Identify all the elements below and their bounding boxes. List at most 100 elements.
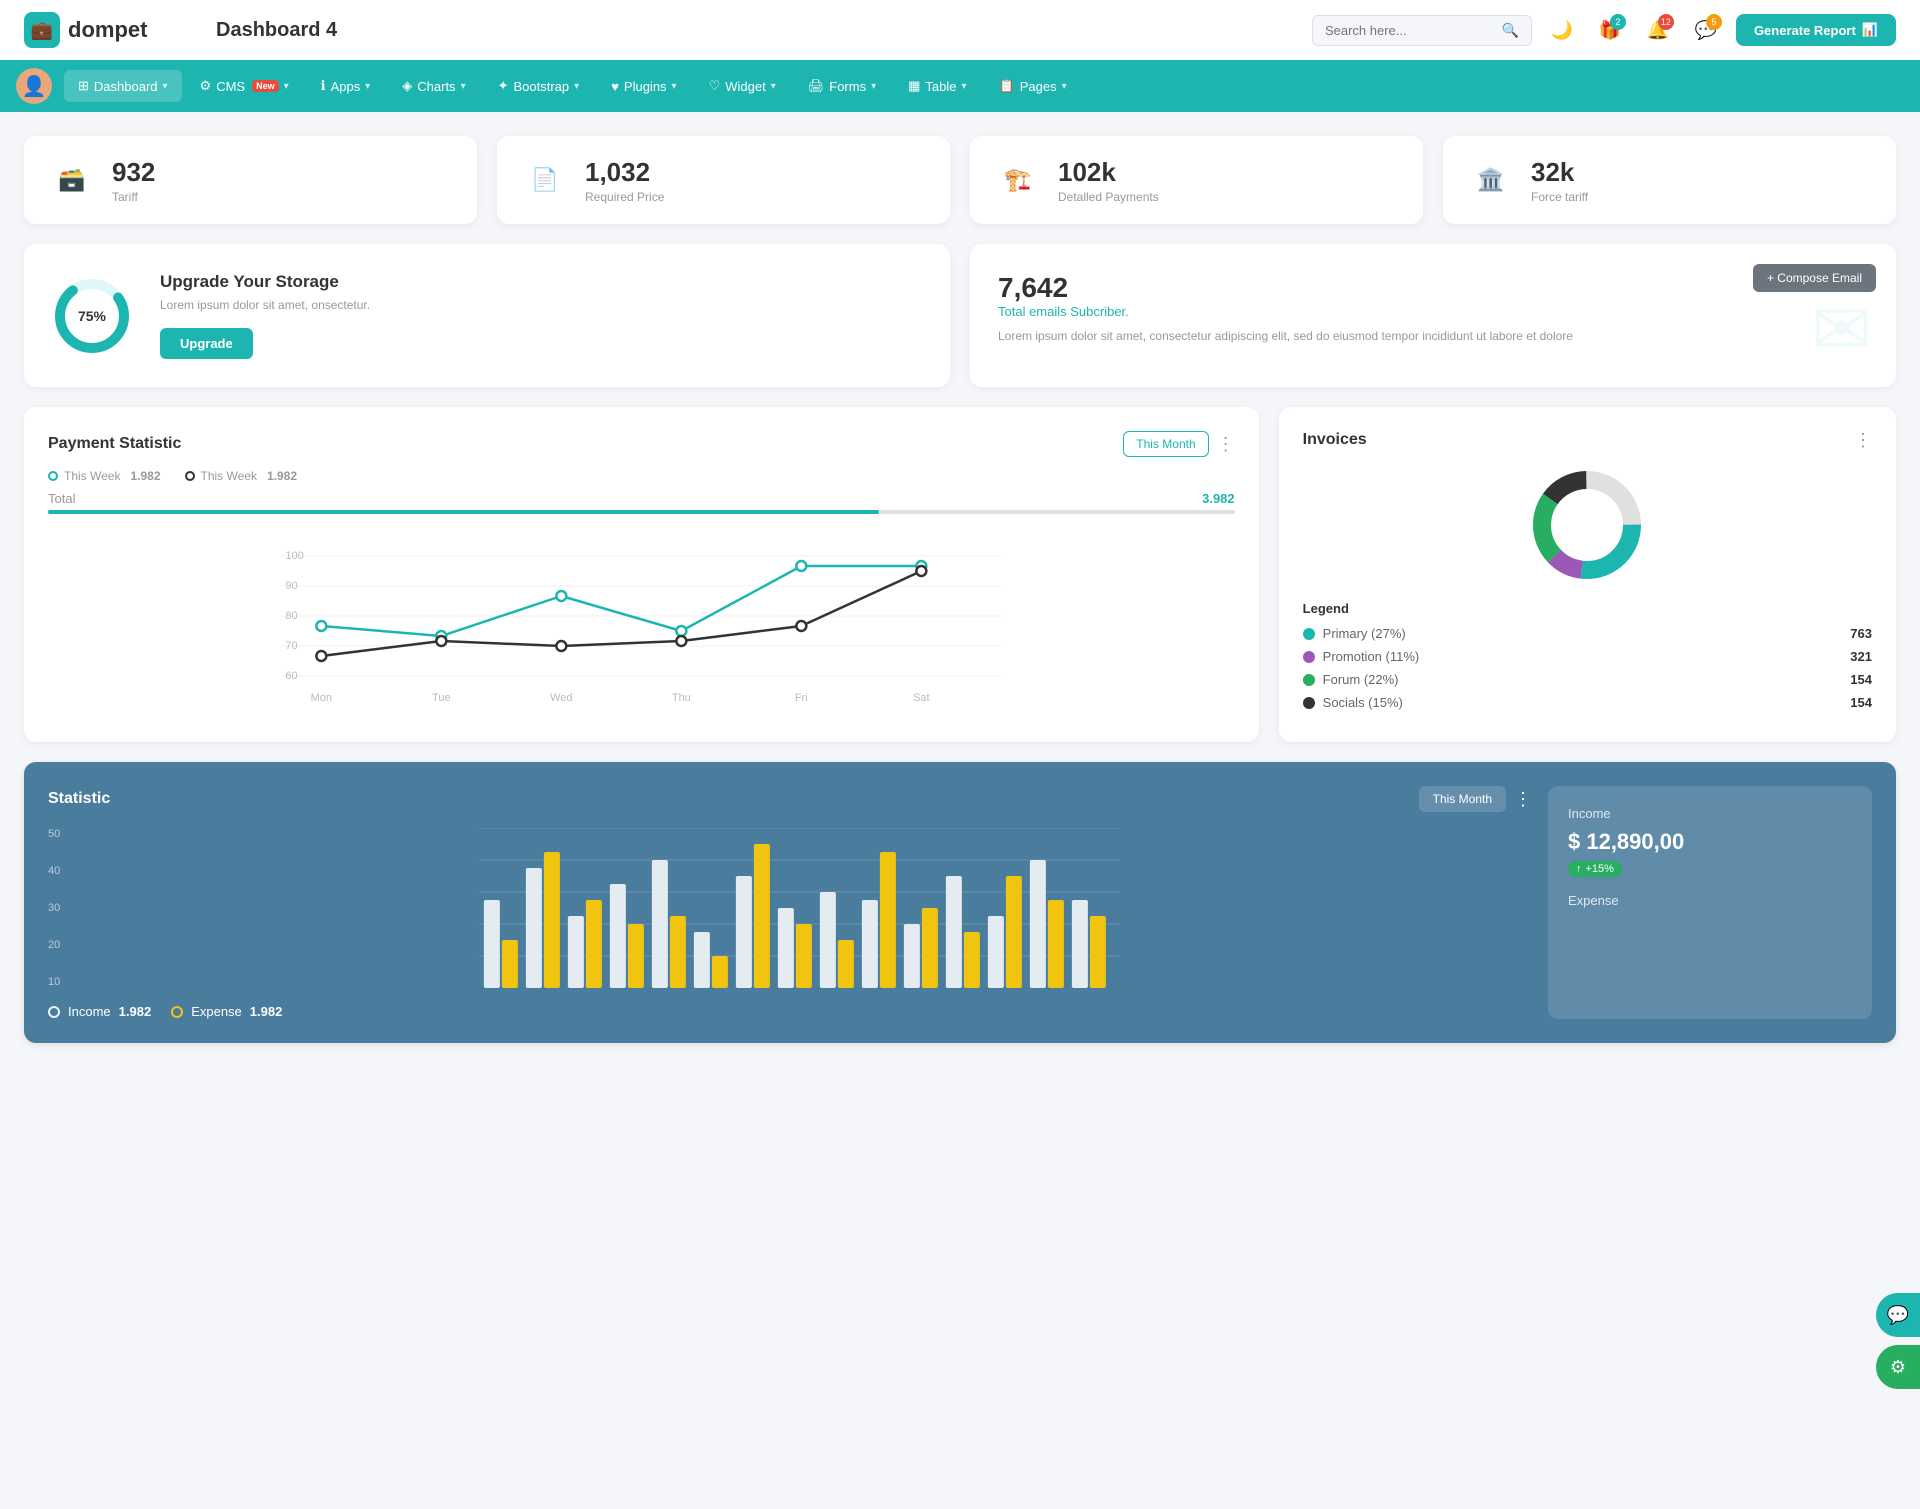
tariff-label: Tariff — [112, 190, 155, 204]
floating-buttons: 💬 ⚙ — [1876, 1293, 1920, 1389]
legend-val-promotion: 321 — [1850, 649, 1872, 664]
legend-value-0: 1.982 — [130, 469, 160, 483]
statistic-this-month-filter[interactable]: This Month — [1419, 786, 1506, 812]
nav-item-table[interactable]: ▦ Table ▾ — [894, 70, 980, 102]
stat-card-required-price: 📄 1,032 Required Price — [497, 136, 950, 224]
payment-more-options[interactable]: ⋮ — [1217, 435, 1235, 453]
chevron-down-icon-charts: ▾ — [461, 81, 466, 92]
search-input[interactable] — [1325, 23, 1494, 38]
force-tariff-number: 32k — [1531, 157, 1588, 188]
chevron-down-icon-apps: ▾ — [365, 81, 370, 92]
statistic-header: Statistic This Month ⋮ — [48, 786, 1532, 812]
bell-icon-btn[interactable]: 🔔 12 — [1640, 12, 1676, 48]
invoices-title: Invoices — [1303, 431, 1367, 449]
dark-mode-toggle[interactable]: 🌙 — [1544, 12, 1580, 48]
nav-item-charts[interactable]: ◈ Charts ▾ — [388, 70, 479, 102]
legend-primary: Primary (27%) 763 — [1303, 626, 1872, 641]
invoices-more-options[interactable]: ⋮ — [1854, 431, 1872, 449]
chat-badge: 5 — [1706, 14, 1722, 30]
email-number: 7,642 — [998, 272, 1868, 304]
nav-item-bootstrap[interactable]: ✦ Bootstrap ▾ — [484, 70, 594, 102]
payment-invoices-row: Payment Statistic This Month ⋮ This Week… — [24, 407, 1896, 742]
chevron-down-icon: ▾ — [163, 81, 168, 92]
storage-title: Upgrade Your Storage — [160, 272, 370, 292]
expense-dot — [171, 1006, 183, 1018]
nav-item-pages[interactable]: 📋 Pages ▾ — [985, 70, 1081, 102]
stat-card-force-tariff: 🏛️ 32k Force tariff — [1443, 136, 1896, 224]
chevron-down-icon-pages: ▾ — [1062, 81, 1067, 92]
legend-label-socials: Socials (15%) — [1323, 695, 1403, 710]
storage-description: Lorem ipsum dolor sit amet, onsectetur. — [160, 298, 370, 312]
nav-item-dashboard[interactable]: ⊞ Dashboard ▾ — [64, 70, 182, 102]
payment-legend: This Week 1.982 This Week 1.982 — [48, 469, 1235, 483]
detailed-payments-label: Detalled Payments — [1058, 190, 1159, 204]
email-card: + Compose Email 7,642 Total emails Subcr… — [970, 244, 1896, 387]
svg-text:Mon: Mon — [311, 692, 332, 704]
nav-item-apps[interactable]: ℹ Apps ▾ — [307, 70, 385, 102]
force-tariff-icon: 🏛️ — [1467, 156, 1515, 204]
float-button-support[interactable]: 💬 — [1876, 1293, 1920, 1337]
required-price-label: Required Price — [585, 190, 664, 204]
bell-badge: 12 — [1658, 14, 1674, 30]
legend-color-socials — [1303, 697, 1315, 709]
statistic-more-options[interactable]: ⋮ — [1514, 790, 1532, 808]
nav-label-plugins: Plugins — [624, 79, 667, 94]
nav-label-dashboard: Dashboard — [94, 79, 158, 94]
nav-item-cms[interactable]: ⚙ CMS New ▾ — [186, 70, 303, 102]
y-label-30: 30 — [48, 902, 60, 914]
logo-icon: 💼 — [24, 12, 60, 48]
search-icon: 🔍 — [1502, 22, 1519, 39]
nav-label-cms: CMS — [216, 79, 245, 94]
bootstrap-icon: ✦ — [498, 78, 509, 94]
nav-item-plugins[interactable]: ♥ Plugins ▾ — [597, 71, 690, 102]
header-right: 🔍 🌙 🎁 2 🔔 12 💬 5 Generate Report 📊 — [1312, 12, 1896, 48]
income-badge-value: +15% — [1586, 863, 1614, 875]
statistic-title: Statistic — [48, 790, 110, 808]
widget-icon: ♡ — [709, 78, 721, 94]
nav-item-widget[interactable]: ♡ Widget ▾ — [695, 70, 790, 102]
cms-icon: ⚙ — [200, 78, 212, 94]
this-month-filter[interactable]: This Month — [1123, 431, 1208, 457]
legend-socials: Socials (15%) 154 — [1303, 695, 1872, 710]
y-axis-labels: 50 40 30 20 10 — [48, 828, 60, 988]
legend-dot-dark — [185, 471, 195, 481]
pages-icon: 📋 — [999, 78, 1015, 94]
statistic-controls: This Month ⋮ — [1419, 786, 1532, 812]
gift-icon-btn[interactable]: 🎁 2 — [1592, 12, 1628, 48]
upgrade-button[interactable]: Upgrade — [160, 328, 253, 359]
force-tariff-label: Force tariff — [1531, 190, 1588, 204]
legend-value-1: 1.982 — [267, 469, 297, 483]
nav-label-table: Table — [925, 79, 956, 94]
storage-percent: 75% — [78, 308, 106, 324]
search-box[interactable]: 🔍 — [1312, 15, 1532, 46]
header: 💼 dompet Dashboard 4 🔍 🌙 🎁 2 🔔 12 💬 5 Ge… — [0, 0, 1920, 60]
income-value: 1.982 — [119, 1004, 152, 1019]
main-content: 🗃️ 932 Tariff 📄 1,032 Required Price 🏗️ … — [0, 112, 1920, 1067]
stat-legend-income: Income 1.982 — [48, 1004, 151, 1019]
statistic-bar-chart: 50 40 30 20 10 — [48, 828, 1532, 988]
nav-item-forms[interactable]: 🖨 Forms ▾ — [794, 70, 890, 102]
legend-val-forum: 154 — [1850, 672, 1872, 687]
nav-avatar: 👤 — [16, 68, 52, 104]
tariff-icon: 🗃️ — [48, 156, 96, 204]
svg-text:60: 60 — [285, 670, 297, 682]
chat-icon-btn[interactable]: 💬 5 — [1688, 12, 1724, 48]
stat-legend-expense: Expense 1.982 — [171, 1004, 282, 1019]
mid-row: 75% Upgrade Your Storage Lorem ipsum dol… — [24, 244, 1896, 387]
generate-report-button[interactable]: Generate Report 📊 — [1736, 14, 1896, 46]
page-title: Dashboard 4 — [216, 19, 1296, 42]
expense-label: Expense — [191, 1004, 242, 1019]
chevron-down-icon-bootstrap: ▾ — [574, 81, 579, 92]
legend-item-1: This Week 1.982 — [185, 469, 298, 483]
payment-total-label: Total — [48, 491, 75, 506]
charts-icon: ◈ — [402, 78, 412, 94]
float-button-settings[interactable]: ⚙ — [1876, 1345, 1920, 1389]
legend-label-forum: Forum (22%) — [1323, 672, 1399, 687]
legend-label-promotion: Promotion (11%) — [1323, 649, 1420, 664]
payment-progress-fill — [48, 510, 879, 514]
forms-icon: 🖨 — [808, 78, 825, 94]
payment-filters: This Month ⋮ — [1123, 431, 1234, 457]
required-price-icon: 📄 — [521, 156, 569, 204]
chevron-down-icon-widget: ▾ — [771, 81, 776, 92]
generate-report-label: Generate Report — [1754, 23, 1856, 38]
